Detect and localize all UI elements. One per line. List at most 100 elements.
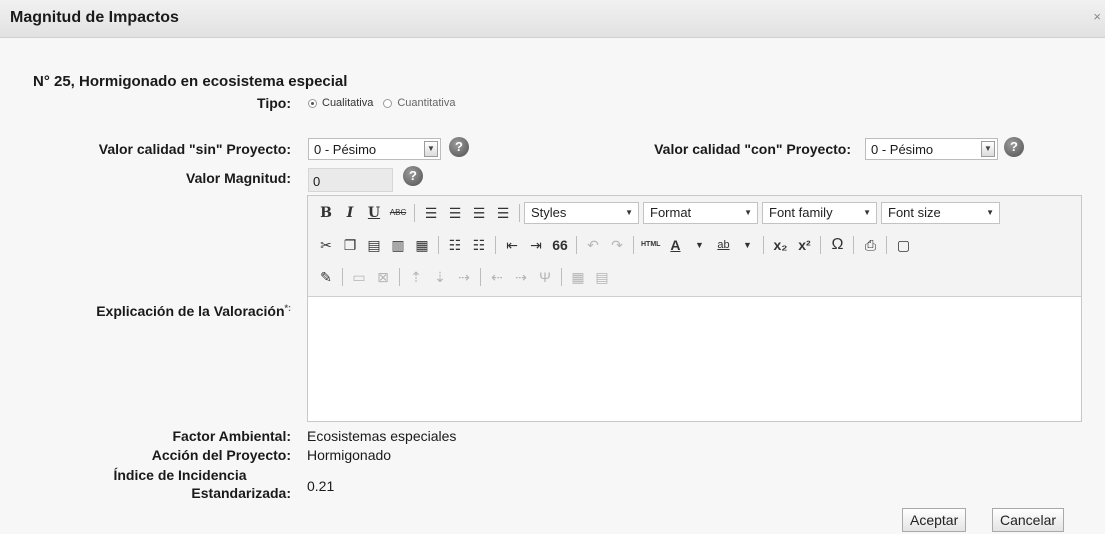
redo-icon[interactable]: ↷ bbox=[608, 235, 626, 255]
indent-icon[interactable]: ⇥ bbox=[527, 235, 545, 255]
superscript-button[interactable]: x² bbox=[795, 235, 813, 255]
font-size-dropdown-label: Font size bbox=[888, 205, 941, 220]
fullscreen-icon[interactable]: ▢ bbox=[894, 235, 912, 255]
delete-col-icon[interactable]: Ψ bbox=[536, 267, 554, 287]
calidad-sin-value: 0 - Pésimo bbox=[314, 142, 377, 157]
chevron-down-icon[interactable]: ▼ bbox=[738, 235, 756, 255]
calidad-con-value: 0 - Pésimo bbox=[871, 142, 934, 157]
styles-dropdown-label: Styles bbox=[531, 205, 567, 220]
chevron-down-icon: ▼ bbox=[744, 208, 752, 217]
toolbar-separator bbox=[414, 204, 415, 222]
toolbar-separator bbox=[561, 268, 562, 286]
cut-icon[interactable]: ✂ bbox=[317, 235, 335, 255]
bold-button[interactable]: B bbox=[317, 203, 335, 223]
insert-col-before-icon[interactable]: ⇠ bbox=[488, 267, 506, 287]
edit-icon[interactable]: ✎ bbox=[317, 267, 335, 287]
chevron-down-icon[interactable]: ▼ bbox=[690, 235, 708, 255]
insert-col-after-icon[interactable]: ⇢ bbox=[512, 267, 530, 287]
help-icon[interactable]: ? bbox=[403, 166, 423, 186]
chevron-down-icon: ▼ bbox=[625, 208, 633, 217]
align-center-icon[interactable]: ☰ bbox=[446, 203, 464, 223]
close-icon[interactable]: × bbox=[1093, 9, 1101, 24]
paste-icon[interactable]: ▤ bbox=[365, 235, 383, 255]
factor-label: Factor Ambiental: bbox=[172, 428, 292, 444]
accion-label: Acción del Proyecto: bbox=[151, 447, 291, 463]
chevron-down-icon[interactable]: ▼ bbox=[981, 141, 995, 157]
accion-value: Hormigonado bbox=[307, 447, 392, 463]
required-mark: *: bbox=[284, 303, 292, 313]
help-icon[interactable]: ? bbox=[1004, 137, 1024, 157]
cancel-button[interactable]: Cancelar bbox=[992, 508, 1065, 532]
html-source-button[interactable]: HTML bbox=[641, 235, 660, 255]
italic-button[interactable]: I bbox=[341, 203, 359, 223]
toolbar-separator bbox=[480, 268, 481, 286]
undo-icon[interactable]: ↶ bbox=[584, 235, 602, 255]
chevron-down-icon[interactable]: ▼ bbox=[424, 141, 438, 157]
bullet-list-icon[interactable]: ☷ bbox=[446, 235, 464, 255]
toolbar-separator bbox=[763, 236, 765, 254]
table-row-icon[interactable]: ▭ bbox=[350, 267, 368, 287]
indice-label-line2: Estandarizada: bbox=[191, 485, 291, 501]
factor-value: Ecosistemas especiales bbox=[307, 428, 457, 444]
radio-cuantitativa[interactable] bbox=[383, 98, 393, 108]
numbered-list-icon[interactable]: ☷ bbox=[470, 235, 488, 255]
explicacion-label-text: Explicación de la Valoración bbox=[96, 303, 285, 319]
format-dropdown[interactable]: Format ▼ bbox=[643, 202, 758, 224]
align-justify-icon[interactable]: ☰ bbox=[494, 203, 512, 223]
calidad-sin-select[interactable]: 0 - Pésimo ▼ bbox=[308, 138, 441, 160]
toolbar-separator bbox=[633, 236, 634, 254]
magnitud-label: Valor Magnitud: bbox=[186, 170, 291, 186]
toolbar-separator bbox=[886, 236, 888, 254]
chevron-down-icon: ▼ bbox=[863, 208, 871, 217]
special-char-button[interactable]: Ω bbox=[828, 235, 846, 255]
toolbar-separator bbox=[853, 236, 855, 254]
toolbar-separator bbox=[399, 268, 400, 286]
outdent-icon[interactable]: ⇤ bbox=[503, 235, 521, 255]
editor-content-area[interactable] bbox=[308, 298, 1081, 421]
dialog-title: Magnitud de Impactos bbox=[10, 9, 179, 26]
indice-label-line1: Índice de Incidencia bbox=[113, 467, 247, 483]
paste-word-icon[interactable]: ▦ bbox=[413, 235, 431, 255]
toolbar-separator bbox=[438, 236, 439, 254]
split-cells-icon[interactable]: ▦ bbox=[569, 267, 587, 287]
accept-button[interactable]: Aceptar bbox=[902, 508, 967, 532]
rich-text-editor: B I U ABC ☰ ☰ ☰ ☰ Styles ▼ Format ▼ Font f… bbox=[307, 195, 1082, 422]
copy-icon[interactable]: ❐ bbox=[341, 235, 359, 255]
radio-cualitativa-label[interactable]: Cualitativa bbox=[322, 97, 373, 109]
subscript-button[interactable]: x₂ bbox=[771, 235, 789, 255]
toolbar-separator bbox=[495, 236, 496, 254]
radio-cualitativa[interactable] bbox=[308, 98, 317, 108]
help-icon[interactable]: ? bbox=[449, 137, 469, 157]
merge-cells-icon[interactable]: ▤ bbox=[593, 267, 611, 287]
chevron-down-icon: ▼ bbox=[986, 208, 994, 217]
underline-button[interactable]: U bbox=[365, 203, 383, 223]
explicacion-label: Explicación de la Valoración*: bbox=[20, 303, 291, 319]
align-left-icon[interactable]: ☰ bbox=[422, 203, 440, 223]
tipo-label: Tipo: bbox=[257, 95, 291, 111]
align-right-icon[interactable]: ☰ bbox=[470, 203, 488, 223]
print-icon[interactable]: ⎙ bbox=[861, 235, 879, 255]
table-cell-icon[interactable]: ⊠ bbox=[374, 267, 392, 287]
calidad-con-select[interactable]: 0 - Pésimo ▼ bbox=[865, 138, 998, 160]
magnitud-input[interactable]: 0 bbox=[308, 168, 393, 192]
font-color-button[interactable]: A bbox=[666, 235, 684, 255]
toolbar-separator bbox=[576, 236, 577, 254]
radio-cuantitativa-label[interactable]: Cuantitativa bbox=[397, 97, 455, 109]
delete-row-icon[interactable]: ⇢ bbox=[455, 267, 473, 287]
toolbar-row-1: B I U ABC ☰ ☰ ☰ ☰ Styles ▼ Format ▼ Font f… bbox=[314, 198, 1004, 228]
tipo-radio-group: Cualitativa Cuantitativa bbox=[308, 97, 465, 109]
font-size-dropdown[interactable]: Font size ▼ bbox=[881, 202, 1000, 224]
indice-value: 0.21 bbox=[307, 478, 335, 494]
toolbar-separator bbox=[820, 236, 822, 254]
editor-toolbar: B I U ABC ☰ ☰ ☰ ☰ Styles ▼ Format ▼ Font f… bbox=[308, 196, 1081, 297]
strikethrough-button[interactable]: ABC bbox=[389, 203, 407, 223]
paste-text-icon[interactable]: ▥ bbox=[389, 235, 407, 255]
styles-dropdown[interactable]: Styles ▼ bbox=[524, 202, 639, 224]
insert-row-after-icon[interactable]: ⇣ bbox=[431, 267, 449, 287]
blockquote-button[interactable]: 66 bbox=[551, 235, 569, 255]
dialog-titlebar: Magnitud de Impactos × bbox=[0, 0, 1105, 38]
font-family-dropdown[interactable]: Font family ▼ bbox=[762, 202, 877, 224]
highlight-button[interactable]: ab bbox=[714, 235, 732, 255]
format-dropdown-label: Format bbox=[650, 205, 692, 220]
insert-row-before-icon[interactable]: ⇡ bbox=[407, 267, 425, 287]
